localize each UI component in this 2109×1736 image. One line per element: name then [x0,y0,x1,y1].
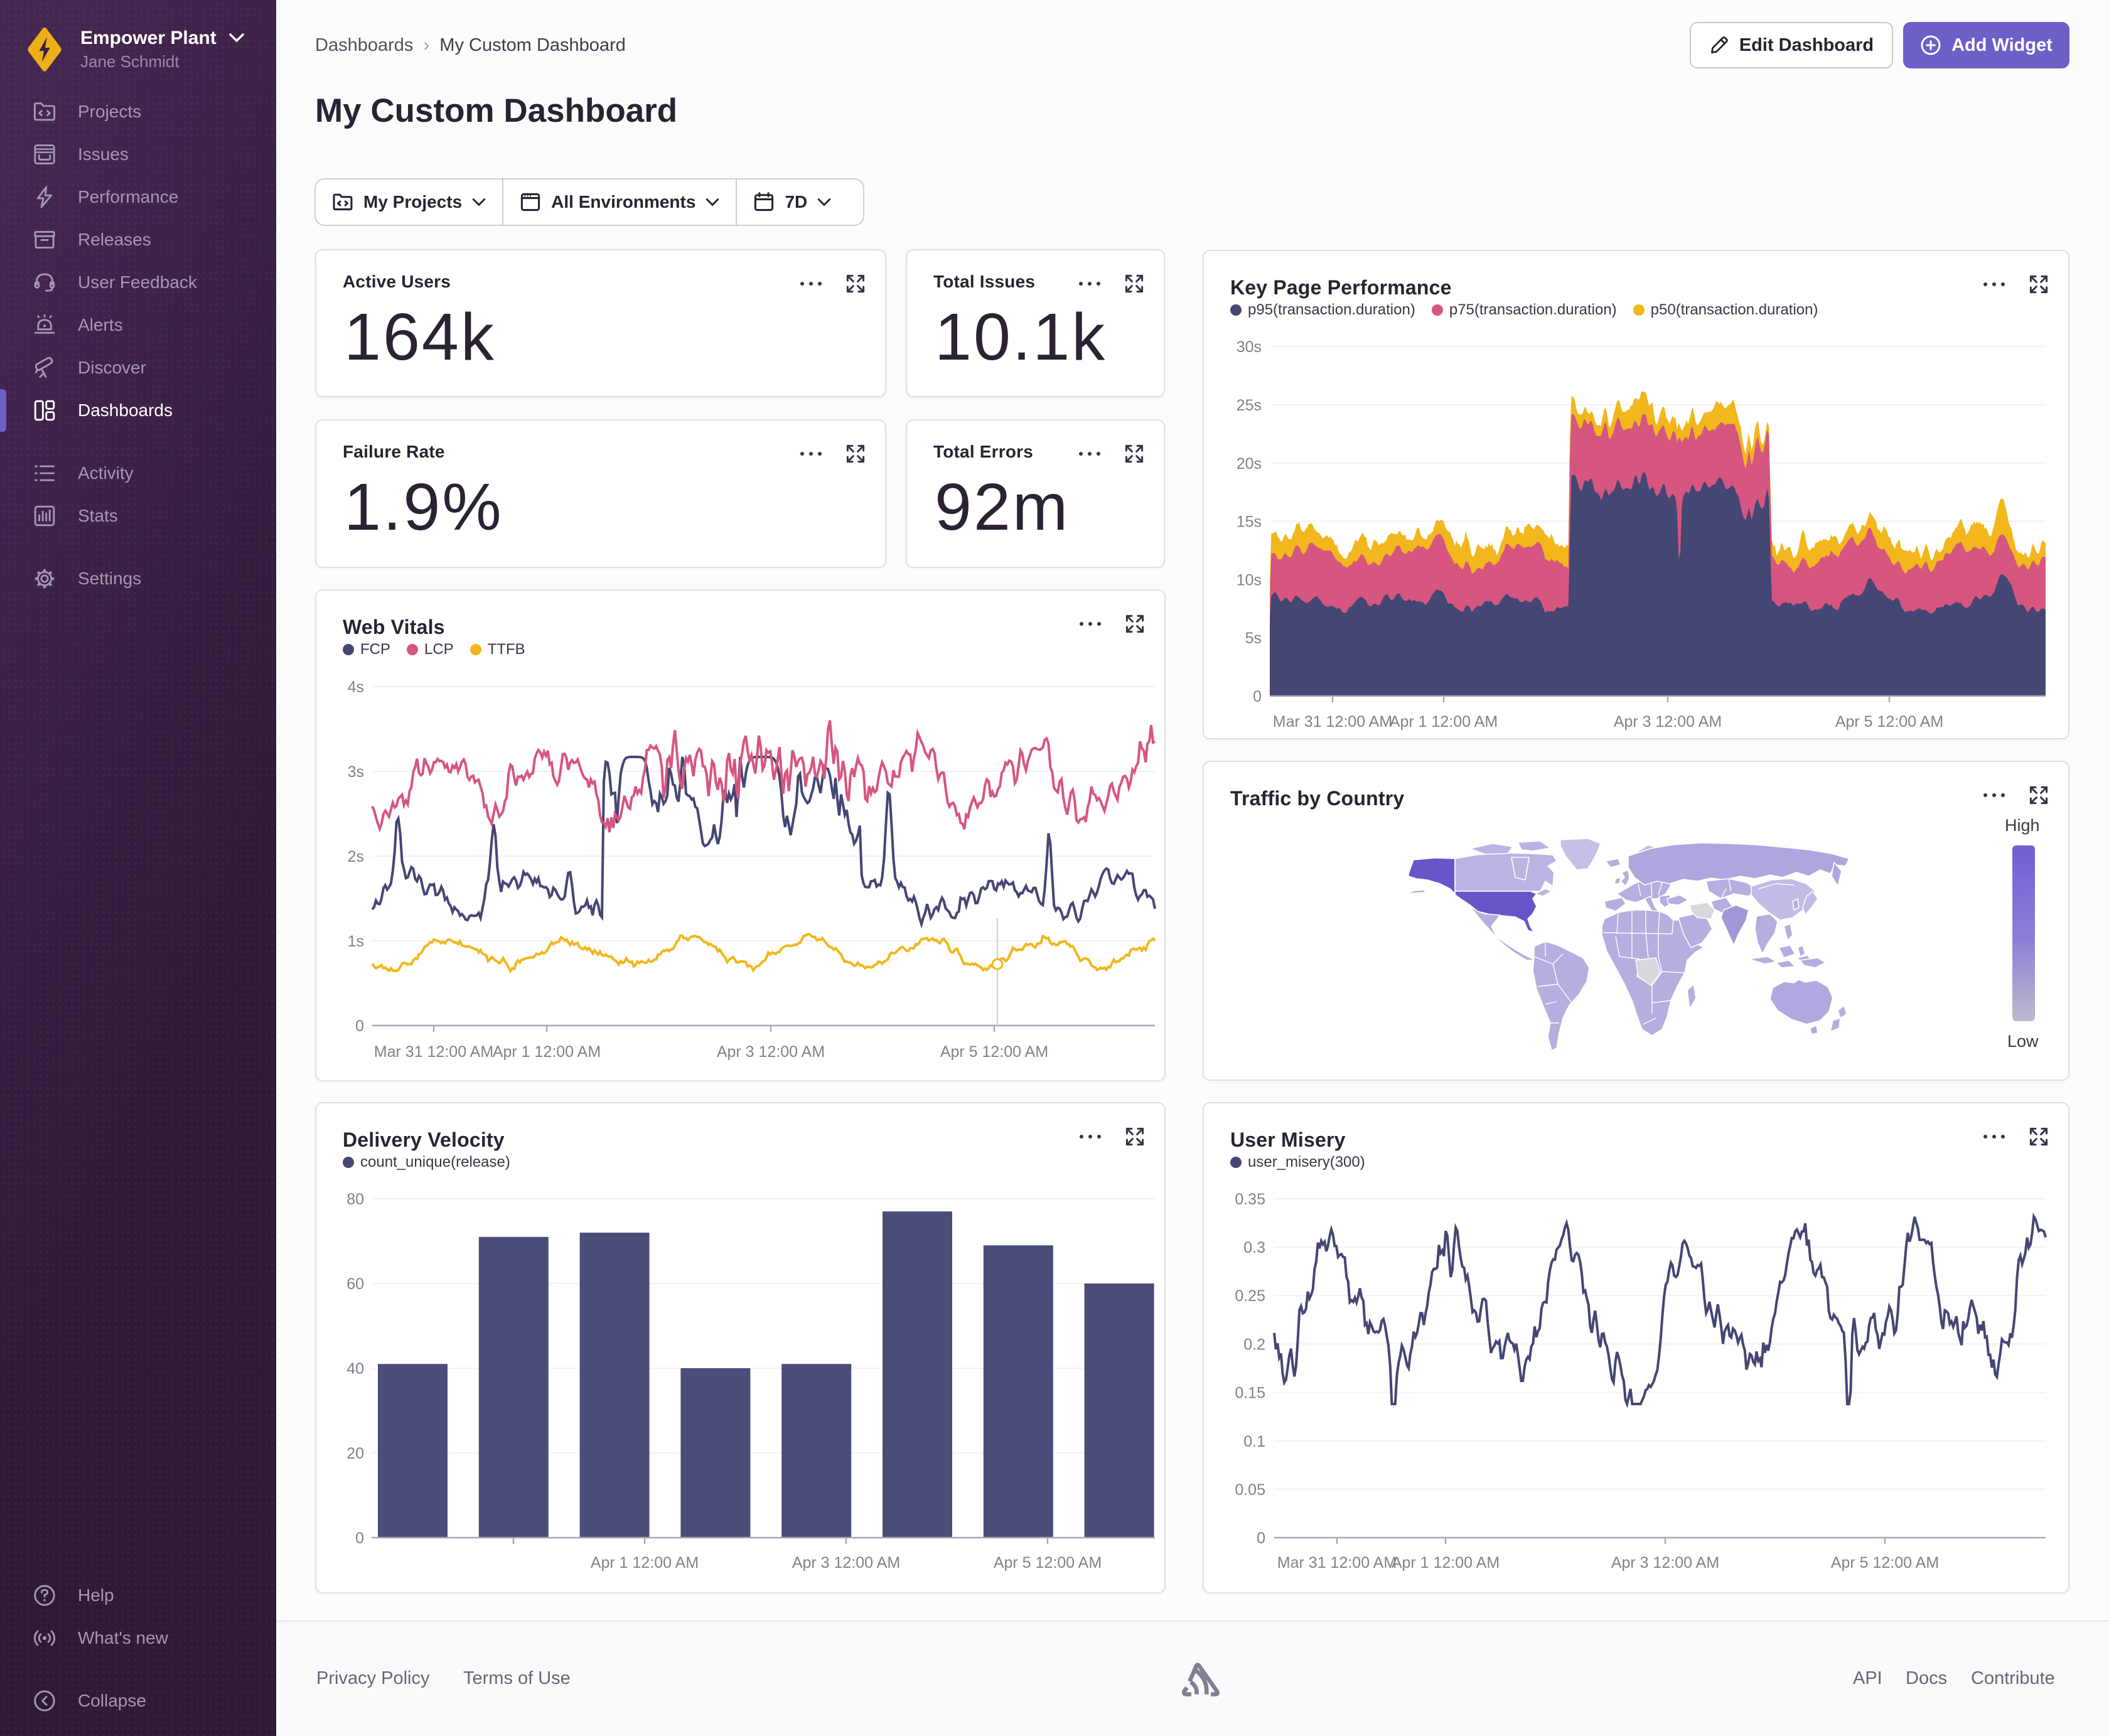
svg-text:3s: 3s [348,763,364,781]
svg-text:30s: 30s [1237,338,1262,356]
svg-text:Apr 3 12:00 AM: Apr 3 12:00 AM [1614,713,1722,731]
svg-text:80: 80 [346,1191,364,1208]
svg-text:0.25: 0.25 [1235,1287,1265,1305]
svg-text:15s: 15s [1237,513,1262,531]
svg-text:0.35: 0.35 [1235,1191,1265,1208]
svg-text:0.3: 0.3 [1243,1239,1265,1256]
svg-text:10s: 10s [1237,571,1262,589]
svg-text:Apr 1 12:00 AM: Apr 1 12:00 AM [591,1554,699,1572]
svg-text:Apr 5 12:00 AM: Apr 5 12:00 AM [994,1554,1102,1572]
svg-text:Mar 31 12:00 AM: Mar 31 12:00 AM [1277,1554,1397,1572]
svg-text:0: 0 [355,1017,364,1035]
svg-text:Mar 31 12:00 AM: Mar 31 12:00 AM [1273,713,1392,731]
svg-text:20: 20 [346,1445,364,1462]
svg-text:Apr 3 12:00 AM: Apr 3 12:00 AM [792,1554,900,1572]
svg-text:60: 60 [346,1275,364,1293]
svg-text:5s: 5s [1245,630,1262,647]
svg-text:Apr 1 12:00 AM: Apr 1 12:00 AM [1392,1554,1500,1572]
svg-text:Mar 31 12:00 AM: Mar 31 12:00 AM [374,1043,493,1061]
svg-text:0.1: 0.1 [1243,1433,1265,1450]
svg-text:25s: 25s [1237,397,1262,414]
svg-text:20s: 20s [1237,455,1262,473]
svg-text:Apr 3 12:00 AM: Apr 3 12:00 AM [1611,1554,1719,1572]
svg-text:Apr 5 12:00 AM: Apr 5 12:00 AM [1835,713,1943,731]
svg-text:40: 40 [346,1360,364,1378]
svg-text:Apr 5 12:00 AM: Apr 5 12:00 AM [1831,1554,1939,1572]
svg-text:0: 0 [1257,1530,1265,1547]
svg-text:Apr 5 12:00 AM: Apr 5 12:00 AM [940,1043,1048,1061]
svg-text:2s: 2s [348,848,364,865]
svg-text:0: 0 [355,1530,364,1547]
svg-text:Apr 1 12:00 AM: Apr 1 12:00 AM [1390,713,1498,731]
svg-text:0.15: 0.15 [1235,1385,1265,1402]
svg-text:Apr 3 12:00 AM: Apr 3 12:00 AM [717,1043,825,1061]
svg-text:Apr 1 12:00 AM: Apr 1 12:00 AM [493,1043,601,1061]
svg-text:0.05: 0.05 [1235,1481,1265,1499]
svg-text:4s: 4s [348,678,364,696]
svg-text:0.2: 0.2 [1243,1336,1265,1353]
svg-text:0: 0 [1253,688,1262,705]
svg-text:1s: 1s [348,933,364,950]
